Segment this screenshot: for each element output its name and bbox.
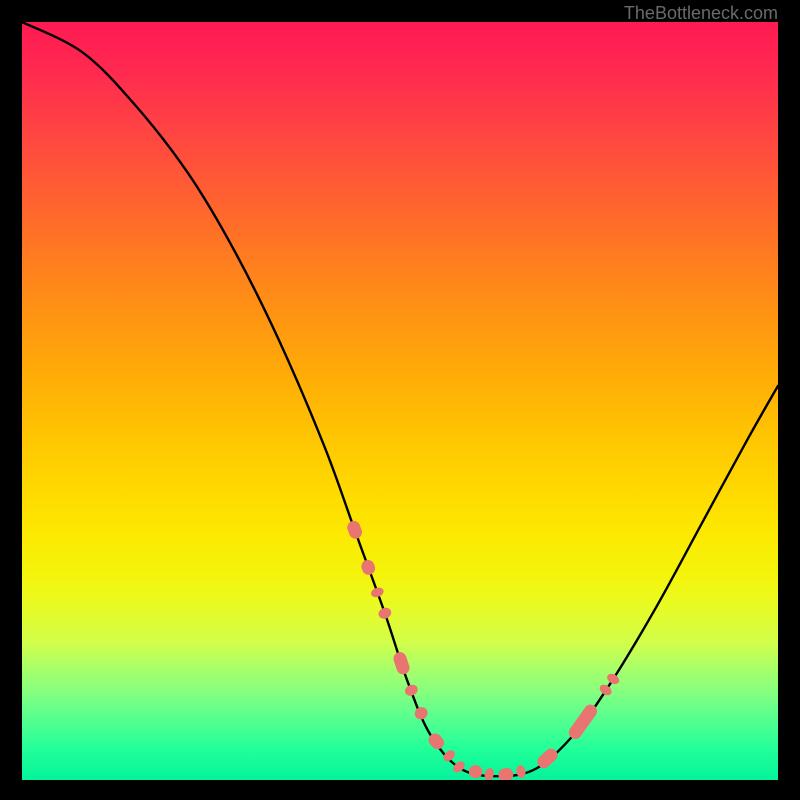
marker [377, 606, 393, 620]
marker [441, 748, 457, 763]
marker [413, 705, 430, 721]
bottleneck-chart: TheBottleneck.com [0, 0, 800, 800]
curve-svg [22, 22, 778, 780]
marker [451, 759, 467, 774]
marker [497, 767, 514, 780]
marker [566, 702, 599, 742]
marker [370, 586, 385, 599]
data-markers [345, 519, 621, 780]
marker [468, 764, 484, 779]
marker [598, 682, 614, 697]
marker [605, 672, 621, 686]
marker [392, 650, 411, 676]
marker [345, 519, 363, 540]
attribution-text: TheBottleneck.com [624, 3, 778, 24]
marker [360, 558, 377, 577]
marker [483, 767, 494, 780]
marker [515, 764, 526, 779]
marker [403, 683, 419, 698]
